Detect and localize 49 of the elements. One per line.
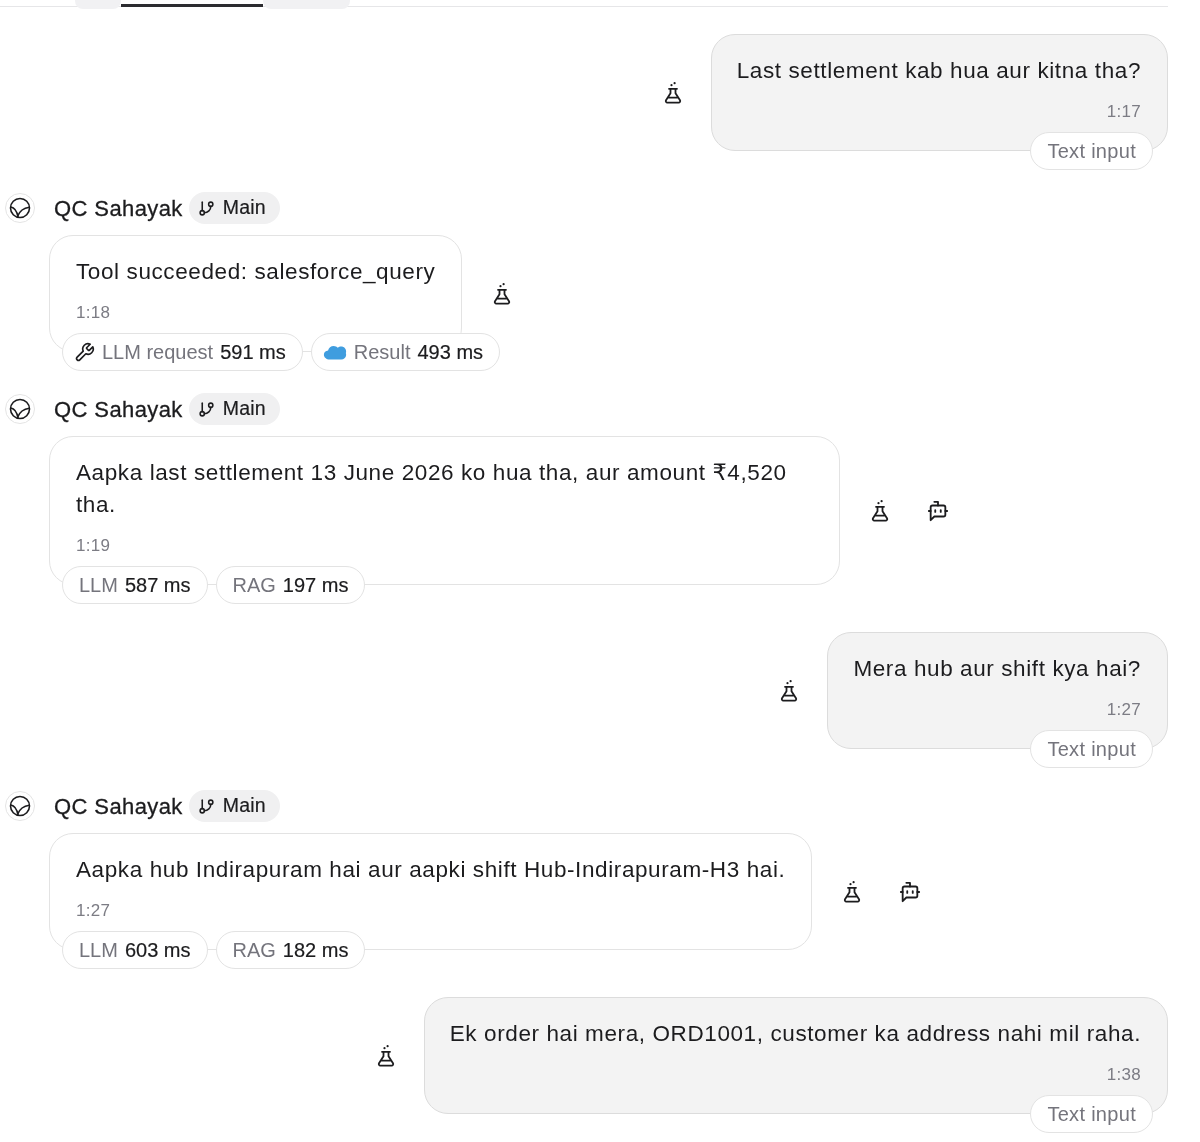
message-time: 1:18 (76, 302, 112, 324)
message-text: Tool succeeded: salesforce_query (76, 258, 436, 286)
latency-label: RAG (232, 573, 276, 598)
flask-icon[interactable] (779, 679, 800, 702)
input-mode-badge: Text input (1030, 1095, 1153, 1133)
input-mode-badge: Text input (1030, 132, 1153, 170)
flask-icon[interactable] (492, 282, 513, 305)
avatar-icon (5, 394, 35, 424)
branch-name: Main (222, 793, 266, 819)
branch-icon (197, 199, 215, 217)
agent-name: QC Sahayak (54, 395, 183, 424)
latency-value: 182 ms (282, 938, 349, 963)
message-time: 1:27 (1105, 699, 1141, 721)
branch-icon (197, 797, 215, 815)
message-text: Mera hub aur shift kya hai? (853, 655, 1141, 683)
agent-name: QC Sahayak (54, 792, 183, 821)
branch-name: Main (222, 396, 266, 422)
robot-icon[interactable] (927, 499, 949, 522)
input-mode-badge: Text input (1030, 730, 1153, 768)
latency-label: RAG (232, 938, 276, 963)
latency-label: LLM (79, 938, 118, 963)
latency-value: 587 ms (124, 573, 191, 598)
flask-icon[interactable] (662, 81, 683, 104)
robot-icon[interactable] (899, 880, 922, 903)
message-time: 1:19 (76, 535, 112, 557)
latency-value: 591 ms (220, 340, 286, 365)
message-time: 1:17 (1105, 101, 1141, 123)
latency-label: LLM (79, 573, 118, 598)
agent-name: QC Sahayak (54, 194, 183, 223)
message-text: Aapka hub Indirapuram hai aur aapki shift Hub-Indirapuram-H3 hai. (76, 856, 786, 884)
message-time: 1:38 (1105, 1064, 1141, 1086)
wrench-icon (74, 341, 95, 363)
avatar-icon (5, 791, 35, 821)
message-text: Ek order hai mera, ORD1001, customer ka address nahi mil raha. (449, 1020, 1141, 1048)
latency-label: LLM request (102, 340, 214, 365)
branch-icon (197, 400, 215, 418)
branch-name: Main (222, 195, 266, 221)
message-text: Last settlement kab hua aur kitna tha? (736, 57, 1141, 85)
latency-label: Result (353, 340, 411, 365)
flask-icon[interactable] (870, 499, 890, 522)
avatar-icon (5, 193, 35, 223)
latency-value: 603 ms (124, 938, 191, 963)
message-text: Aapka last settlement 13 June 2026 ko hua tha, aur amount ₹4,520 tha. (76, 459, 788, 519)
latency-value: 493 ms (417, 340, 484, 365)
flask-icon[interactable] (842, 880, 863, 903)
cloud-icon (322, 344, 347, 360)
latency-value: 197 ms (282, 573, 349, 598)
flask-icon[interactable] (375, 1044, 396, 1067)
message-time: 1:27 (76, 900, 112, 922)
